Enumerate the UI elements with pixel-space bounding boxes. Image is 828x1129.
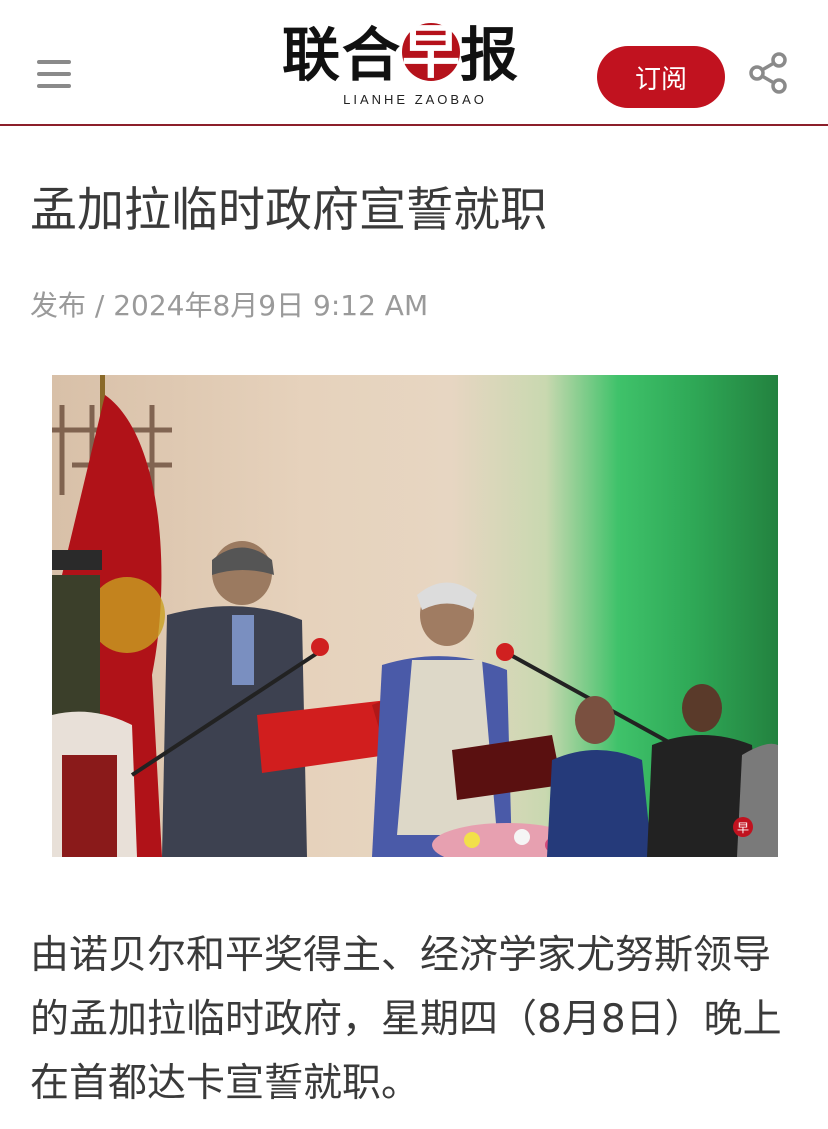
article-body: 由诺贝尔和平奖得主、经济学家尤努斯领导的孟加拉临时政府，星期四（8月8日）晚上在…	[30, 933, 782, 1106]
top-header: 联合早报 LIANHE ZAOBAO 订阅	[0, 0, 828, 126]
share-icon[interactable]	[745, 50, 791, 96]
site-logo[interactable]: 联合早报 LIANHE ZAOBAO	[282, 22, 548, 114]
photo-watermark: 早	[737, 821, 749, 835]
logo-chinese: 联合早报	[282, 18, 521, 89]
hamburger-menu-icon[interactable]	[37, 60, 73, 90]
publish-date: 发布 / 2024年8月9日 9:12 AM	[30, 289, 429, 322]
ceremony-photo-illustration: 早	[52, 375, 778, 857]
logo-english: LIANHE ZAOBAO	[343, 92, 487, 107]
article-photo[interactable]: 早	[52, 375, 778, 857]
subscribe-button[interactable]: 订阅	[597, 46, 725, 108]
article-headline: 孟加拉临时政府宣誓就职	[30, 183, 547, 238]
